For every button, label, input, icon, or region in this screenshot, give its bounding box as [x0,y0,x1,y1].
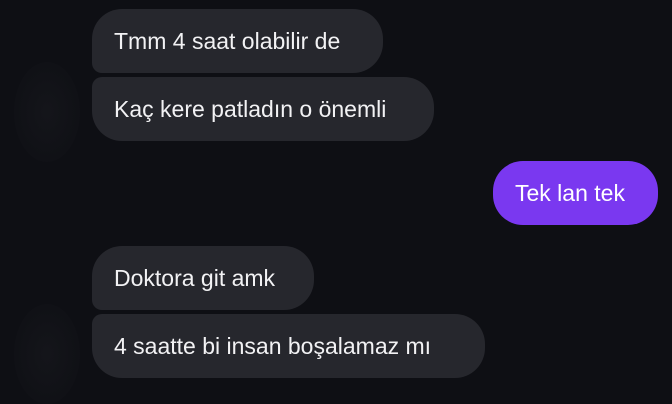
message-text: Tmm 4 saat olabilir de [114,28,341,54]
contact-avatar[interactable] [14,62,80,162]
message-text: Kaç kere patladın o önemli [114,96,387,122]
incoming-message-bubble[interactable]: Tmm 4 saat olabilir de [92,9,383,73]
chat-thread: Tmm 4 saat olabilir de Kaç kere patladın… [0,0,672,404]
outgoing-message-bubble[interactable]: Tek lan tek [493,161,658,225]
incoming-message-bubble[interactable]: Doktora git amk [92,246,314,310]
message-text: 4 saatte bi insan boşalamaz mı [114,333,432,359]
incoming-message-bubble[interactable]: Kaç kere patladın o önemli [92,77,434,141]
message-text: Tek lan tek [515,180,625,206]
message-text: Doktora git amk [114,265,276,291]
contact-avatar[interactable] [14,304,80,404]
incoming-message-bubble[interactable]: 4 saatte bi insan boşalamaz mı [92,314,485,378]
